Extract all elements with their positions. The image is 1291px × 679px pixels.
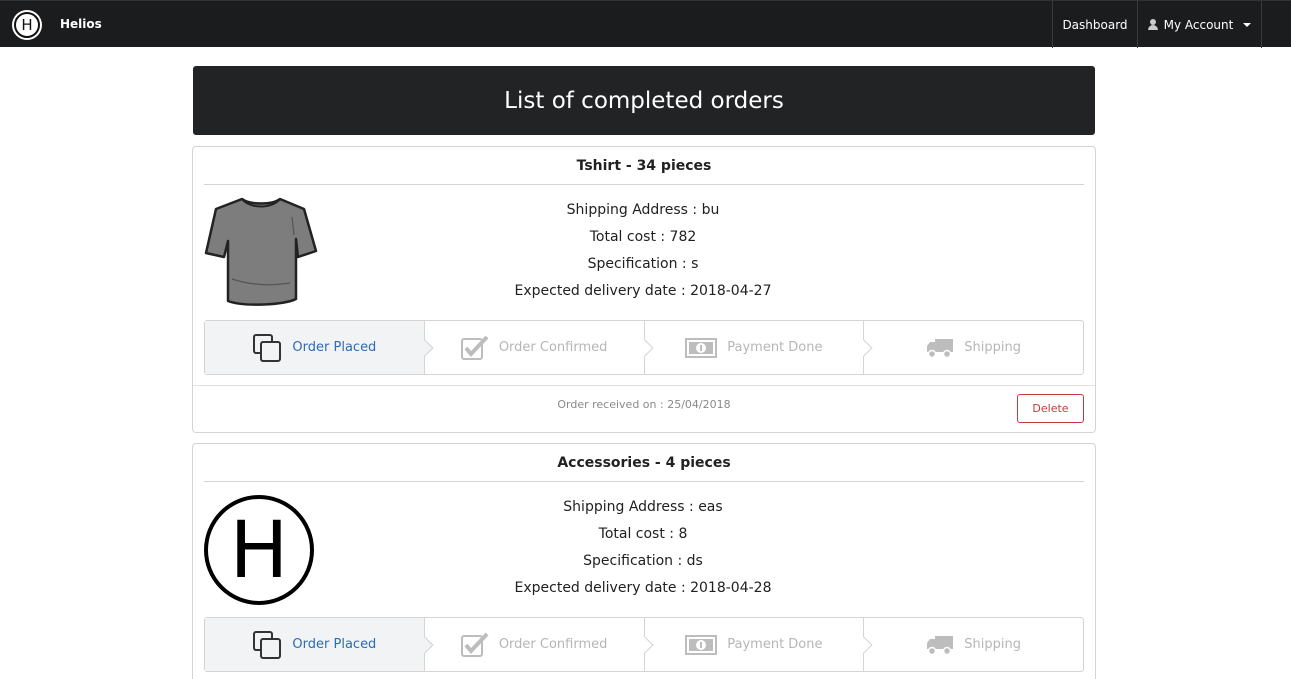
- step-label: Shipping: [964, 637, 1021, 652]
- footer-divider: [193, 385, 1095, 386]
- user-icon: [1147, 19, 1158, 30]
- page-title: List of completed orders: [504, 87, 784, 114]
- order-title: Tshirt - 34 pieces: [204, 147, 1084, 185]
- tshirt-image: [204, 195, 318, 309]
- expected-delivery-date: Expected delivery date : 2018-04-27: [514, 283, 772, 299]
- truck-icon: [926, 634, 954, 656]
- order-received-date: Order received on : 25/04/2018: [557, 398, 731, 411]
- total-cost: Total cost : 8: [598, 526, 688, 542]
- helios-logo-image: H: [204, 492, 318, 606]
- step-label: Order Placed: [292, 637, 377, 652]
- order-progress-steps: Order Placed Order Confirmed Payment Don…: [204, 617, 1084, 672]
- my-account-label: My Account: [1163, 17, 1234, 32]
- step-payment-done[interactable]: Payment Done: [645, 618, 873, 671]
- my-account-dropdown[interactable]: My Account: [1137, 1, 1262, 48]
- order-title: Accessories - 4 pieces: [204, 444, 1084, 482]
- order-card: Accessories - 4 pieces H Shipping Addres…: [192, 443, 1096, 679]
- page-banner: List of completed orders: [193, 66, 1095, 135]
- order-details: Shipping Address : eas Total cost : 8 Sp…: [393, 494, 893, 602]
- step-shipping[interactable]: Shipping: [864, 618, 1083, 671]
- order-footer: Order received on : 25/04/2018 Delete: [193, 349, 1095, 432]
- order-details: Shipping Address : bu Total cost : 782 S…: [393, 197, 893, 305]
- total-cost: Total cost : 782: [589, 229, 697, 245]
- copy-icon: [252, 630, 282, 660]
- checkbox-icon: [460, 632, 489, 658]
- expected-delivery-date: Expected delivery date : 2018-04-28: [514, 580, 772, 596]
- shipping-address: Shipping Address : eas: [563, 499, 723, 515]
- specification: Specification : ds: [583, 553, 703, 569]
- caret-down-icon: [1243, 22, 1252, 27]
- logo-letter: H: [21, 15, 33, 34]
- step-label: Payment Done: [727, 637, 823, 652]
- brand-name[interactable]: Helios: [60, 17, 102, 31]
- step-order-confirmed[interactable]: Order Confirmed: [425, 618, 653, 671]
- order-card: Tshirt - 34 pieces Shipping Address : bu…: [192, 146, 1096, 433]
- shipping-address: Shipping Address : bu: [566, 202, 720, 218]
- money-icon: [685, 634, 718, 656]
- step-label: Order Confirmed: [498, 637, 608, 652]
- logo-letter: H: [230, 506, 289, 596]
- specification: Specification : s: [587, 256, 699, 272]
- step-order-placed[interactable]: Order Placed: [205, 618, 434, 671]
- nav-dashboard-link[interactable]: Dashboard: [1052, 1, 1137, 48]
- delete-order-button[interactable]: Delete: [1017, 394, 1084, 423]
- top-navbar: H Helios Dashboard My Account: [0, 0, 1291, 48]
- helios-logo-icon[interactable]: H: [12, 10, 42, 40]
